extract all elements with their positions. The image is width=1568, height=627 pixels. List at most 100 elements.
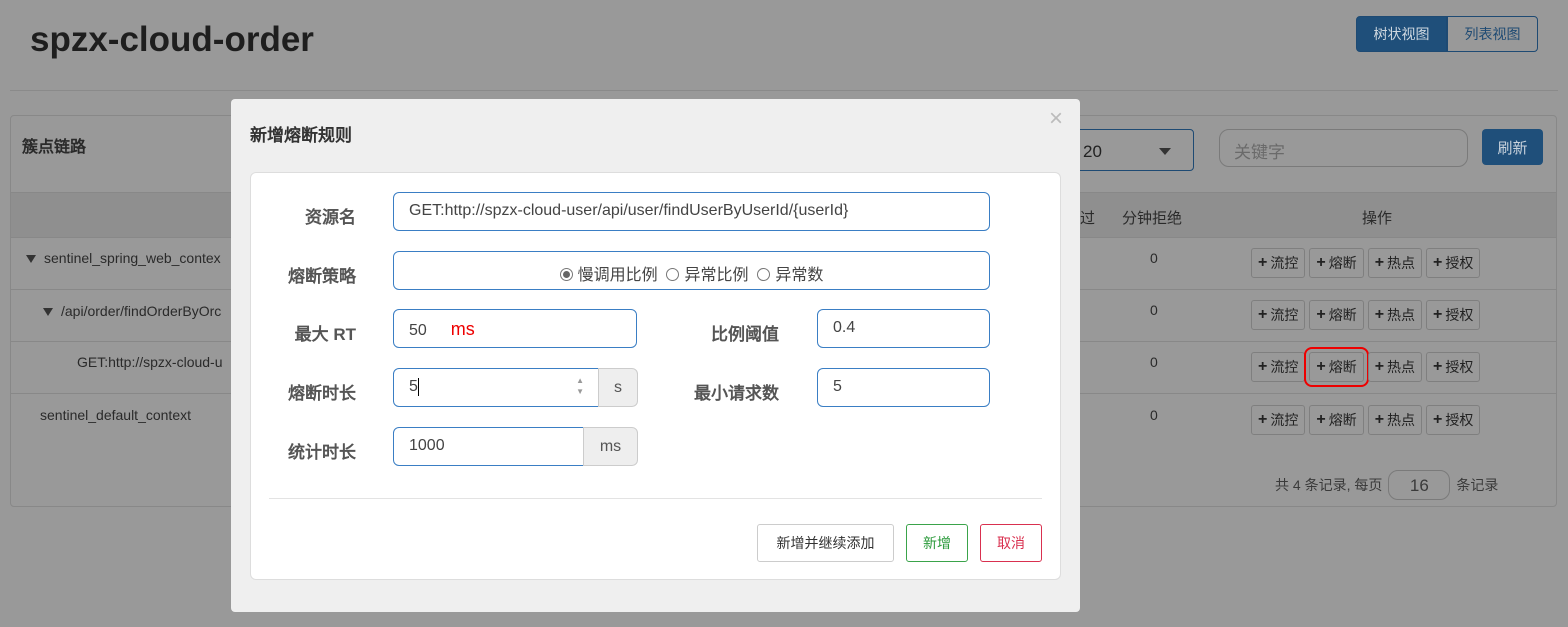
plus-icon: + — [1433, 254, 1443, 271]
select-value: 20 — [1083, 142, 1102, 161]
ms-annotation: ms — [450, 319, 475, 339]
add-degrade-rule-modal: 新增熔断规则 × 资源名 GET:http://spzx-cloud-user/… — [231, 99, 1080, 612]
refresh-button[interactable]: 刷新 — [1482, 129, 1543, 165]
keyword-input[interactable]: 关键字 — [1219, 129, 1468, 167]
plus-icon: + — [1316, 358, 1326, 375]
expand-triangle-icon[interactable] — [26, 255, 36, 264]
add-and-continue-button[interactable]: 新增并继续添加 — [757, 524, 894, 562]
min-request-input[interactable]: 5 — [817, 368, 990, 407]
ratio-label: 比例阈值 — [711, 325, 779, 344]
add-auth-rule-button[interactable]: + 授权 — [1426, 248, 1481, 278]
button-label: 熔断 — [1328, 359, 1357, 375]
plus-icon: + — [1316, 411, 1326, 428]
add-auth-rule-button[interactable]: + 授权 — [1426, 352, 1481, 382]
pagination: 共 4 条记录, 每页 16 条记录 — [1275, 470, 1498, 500]
plus-icon: + — [1316, 306, 1326, 323]
duration-unit: s — [598, 368, 638, 407]
cancel-button[interactable]: 取消 — [980, 524, 1042, 562]
duration-value: 5 — [409, 378, 418, 396]
add-hotspot-rule-button[interactable]: + 热点 — [1367, 300, 1423, 330]
header-passed: 过 — [1080, 210, 1096, 227]
duration-label: 熔断时长 — [288, 384, 356, 403]
add-hotspot-rule-button[interactable]: + 热点 — [1367, 352, 1423, 382]
button-label: 流控 — [1270, 307, 1299, 323]
tree-node[interactable]: sentinel_default_context — [40, 407, 191, 423]
tree-node[interactable]: /api/order/findOrderByOrc — [43, 303, 221, 319]
row-actions: + 流控 + 熔断 + 热点 + 授权 — [1251, 248, 1481, 278]
radio-slow-ratio[interactable]: 慢调用比例 — [559, 267, 658, 284]
add-flow-rule-button[interactable]: + 流控 — [1251, 352, 1306, 382]
plus-icon: + — [1258, 358, 1268, 375]
resource-input[interactable]: GET:http://spzx-cloud-user/api/user/find… — [393, 192, 990, 231]
button-label: 热点 — [1387, 307, 1416, 323]
min-request-label: 最小请求数 — [694, 384, 779, 403]
button-label: 熔断 — [1328, 412, 1357, 428]
plus-icon: + — [1433, 411, 1443, 428]
radio-label: 慢调用比例 — [577, 267, 658, 284]
radio-label: 异常比例 — [684, 267, 749, 284]
add-hotspot-rule-button[interactable]: + 热点 — [1367, 248, 1423, 278]
add-flow-rule-button[interactable]: + 流控 — [1251, 405, 1306, 435]
radio-error-count[interactable]: 异常数 — [757, 267, 823, 284]
plus-icon: + — [1258, 254, 1268, 271]
strategy-label: 熔断策略 — [288, 267, 356, 286]
list-view-button[interactable]: 列表视图 — [1447, 16, 1538, 52]
max-rt-input[interactable]: 50 ms — [393, 309, 637, 348]
add-auth-rule-button[interactable]: + 授权 — [1426, 300, 1481, 330]
plus-icon: + — [1258, 306, 1268, 323]
app-title: spzx-cloud-order — [30, 20, 314, 59]
plus-icon: + — [1374, 411, 1385, 428]
add-hotspot-rule-button[interactable]: + 热点 — [1367, 405, 1423, 435]
plus-icon: + — [1433, 358, 1443, 375]
modal-form: 资源名 GET:http://spzx-cloud-user/api/user/… — [250, 172, 1061, 580]
button-label: 流控 — [1270, 359, 1299, 375]
button-label: 流控 — [1270, 412, 1299, 428]
button-label: 授权 — [1445, 255, 1474, 271]
page-size-select[interactable]: 20 — [1060, 129, 1194, 171]
page-size-input[interactable]: 16 — [1388, 470, 1451, 500]
header-actions: 操作 — [1362, 210, 1393, 227]
rejected-count: 0 — [1150, 407, 1158, 423]
add-degrade-rule-button[interactable]: + 熔断 — [1309, 405, 1364, 435]
button-label: 授权 — [1445, 307, 1474, 323]
spinner-icon[interactable]: ▲ ▼ — [576, 375, 584, 397]
add-flow-rule-button[interactable]: + 流控 — [1251, 300, 1306, 330]
button-label: 授权 — [1445, 412, 1474, 428]
add-button[interactable]: 新增 — [906, 524, 968, 562]
resource-label: 资源名 — [305, 208, 356, 227]
plus-icon: + — [1316, 254, 1326, 271]
tree-node[interactable]: GET:http://spzx-cloud-u — [77, 354, 223, 370]
button-label: 流控 — [1270, 255, 1299, 271]
modal-title: 新增熔断规则 — [250, 126, 352, 145]
button-label: 热点 — [1387, 359, 1416, 375]
resource-name: sentinel_spring_web_contex — [44, 250, 221, 266]
pagination-suffix: 条记录 — [1456, 477, 1499, 493]
row-actions: + 流控 + 熔断 + 热点 + 授权 — [1251, 347, 1481, 387]
ratio-input[interactable]: 0.4 — [817, 309, 990, 348]
caret-down-icon — [1159, 148, 1171, 155]
pagination-summary: 共 4 条记录, 每页 — [1275, 477, 1383, 493]
add-degrade-rule-button[interactable]: + 熔断 — [1309, 300, 1364, 330]
panel-title: 簇点链路 — [22, 139, 87, 156]
stat-interval-unit: ms — [583, 427, 638, 466]
plus-icon: + — [1258, 411, 1268, 428]
stat-interval-input[interactable]: 1000 — [393, 427, 584, 466]
button-label: 熔断 — [1328, 307, 1357, 323]
expand-triangle-icon[interactable] — [43, 308, 53, 317]
add-degrade-rule-button-highlighted[interactable]: + 熔断 — [1304, 347, 1369, 387]
tree-node[interactable]: sentinel_spring_web_contex — [26, 250, 221, 266]
max-rt-value: 50 — [409, 322, 427, 339]
button-label: 热点 — [1387, 255, 1416, 271]
header-rejected: 分钟拒绝 — [1122, 210, 1183, 227]
button-label: 授权 — [1445, 359, 1474, 375]
add-degrade-rule-button[interactable]: + 熔断 — [1309, 248, 1364, 278]
duration-input[interactable]: 5 ▲ ▼ — [393, 368, 599, 407]
divider — [10, 90, 1558, 91]
add-auth-rule-button[interactable]: + 授权 — [1426, 405, 1481, 435]
tree-view-button[interactable]: 树状视图 — [1356, 16, 1447, 52]
radio-label: 异常数 — [775, 267, 824, 284]
close-icon[interactable]: × — [1049, 105, 1063, 133]
rejected-count: 0 — [1150, 250, 1158, 266]
radio-error-ratio[interactable]: 异常比例 — [666, 267, 749, 284]
add-flow-rule-button[interactable]: + 流控 — [1251, 248, 1306, 278]
